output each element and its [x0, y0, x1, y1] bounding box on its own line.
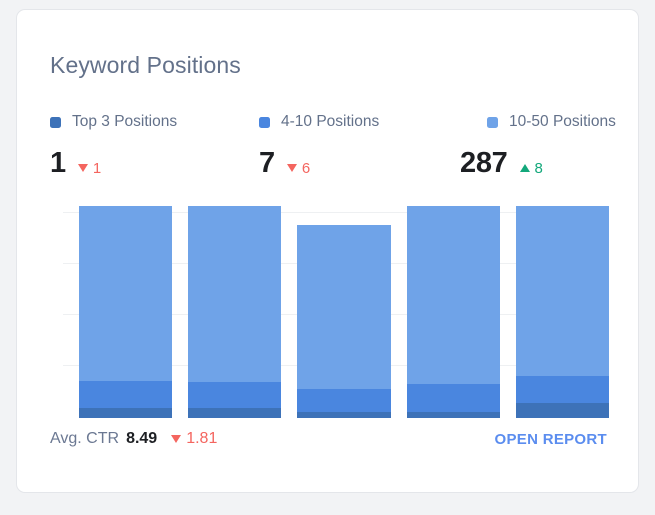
legend-label-10-50: 10-50 Positions	[509, 113, 616, 130]
card-footer: Avg. CTR 8.49 1.81 OPEN REPORT	[50, 430, 607, 456]
avg-ctr-value: 8.49	[126, 430, 158, 447]
arrow-down-icon	[77, 164, 88, 172]
chart-bar-segment	[515, 206, 610, 376]
chart-bar-segment	[406, 384, 500, 412]
chart-legend: Top 3 Positions 4-10 Positions 10-50 Pos…	[50, 113, 616, 137]
metric-top-3-delta: 1	[77, 159, 102, 177]
arrow-down-icon	[286, 164, 297, 172]
legend-swatch-4-10-icon	[259, 116, 270, 128]
chart-bar-segment	[188, 206, 282, 382]
metric-10-50-delta: 8	[519, 159, 543, 177]
chart-bar-segment	[79, 380, 173, 409]
chart-bar-segment	[79, 206, 173, 381]
metric-4-10: 7 6	[259, 147, 310, 180]
metric-4-10-delta: 6	[286, 159, 311, 177]
page-title: Keyword Positions	[50, 52, 241, 78]
arrow-down-icon	[171, 435, 182, 443]
chart-bar-segment	[79, 408, 173, 418]
avg-ctr-delta: 1.81	[171, 430, 217, 448]
avg-ctr-metric: Avg. CTR 8.49 1.81	[50, 430, 217, 448]
legend-label-4-10: 4-10 Positions	[281, 113, 380, 130]
arrow-up-icon	[519, 164, 530, 172]
avg-ctr-delta-value: 1.81	[186, 430, 218, 447]
legend-label-top-3: Top 3 Positions	[72, 113, 178, 130]
metric-10-50: 287 8	[460, 147, 543, 180]
chart-bar-segment	[515, 403, 610, 418]
chart-bar-segment	[188, 408, 282, 418]
chart-bar-segment	[297, 411, 391, 418]
metric-4-10-delta-value: 6	[301, 159, 311, 177]
chart-bar-segment	[406, 411, 500, 418]
metric-10-50-value: 287	[460, 147, 508, 179]
avg-ctr-label: Avg. CTR	[50, 430, 120, 447]
chart-bar-segment	[297, 225, 391, 390]
chart-bar-segment	[515, 375, 610, 404]
metric-4-10-value: 7	[259, 147, 275, 179]
metric-top-3-value: 1	[50, 147, 66, 179]
chart-bar-segment	[297, 389, 391, 412]
keyword-positions-card: Keyword Positions Top 3 Positions 4-10 P…	[16, 9, 639, 493]
chart-bar-segment	[406, 206, 500, 385]
chart-bar[interactable]	[188, 206, 282, 418]
legend-swatch-top-3-icon	[50, 116, 61, 128]
metric-10-50-delta-value: 8	[534, 159, 543, 177]
chart-bar-segment	[188, 381, 282, 409]
metric-top-3-delta-value: 1	[92, 159, 102, 177]
stacked-bar-chart	[63, 206, 610, 418]
metric-values: 1 1 7 6 287 8	[50, 147, 610, 183]
chart-bar[interactable]	[79, 206, 173, 418]
chart-bar[interactable]	[297, 206, 391, 418]
legend-swatch-10-50-icon	[487, 116, 498, 128]
chart-plot-area	[79, 206, 610, 418]
legend-item-10-50: 10-50 Positions	[487, 113, 616, 131]
legend-item-4-10: 4-10 Positions	[259, 113, 379, 131]
legend-item-top-3: Top 3 Positions	[50, 113, 177, 131]
metric-top-3: 1 1	[50, 147, 101, 180]
chart-bar[interactable]	[406, 206, 500, 418]
open-report-link[interactable]: OPEN REPORT	[495, 431, 607, 448]
chart-bar[interactable]	[515, 206, 610, 418]
